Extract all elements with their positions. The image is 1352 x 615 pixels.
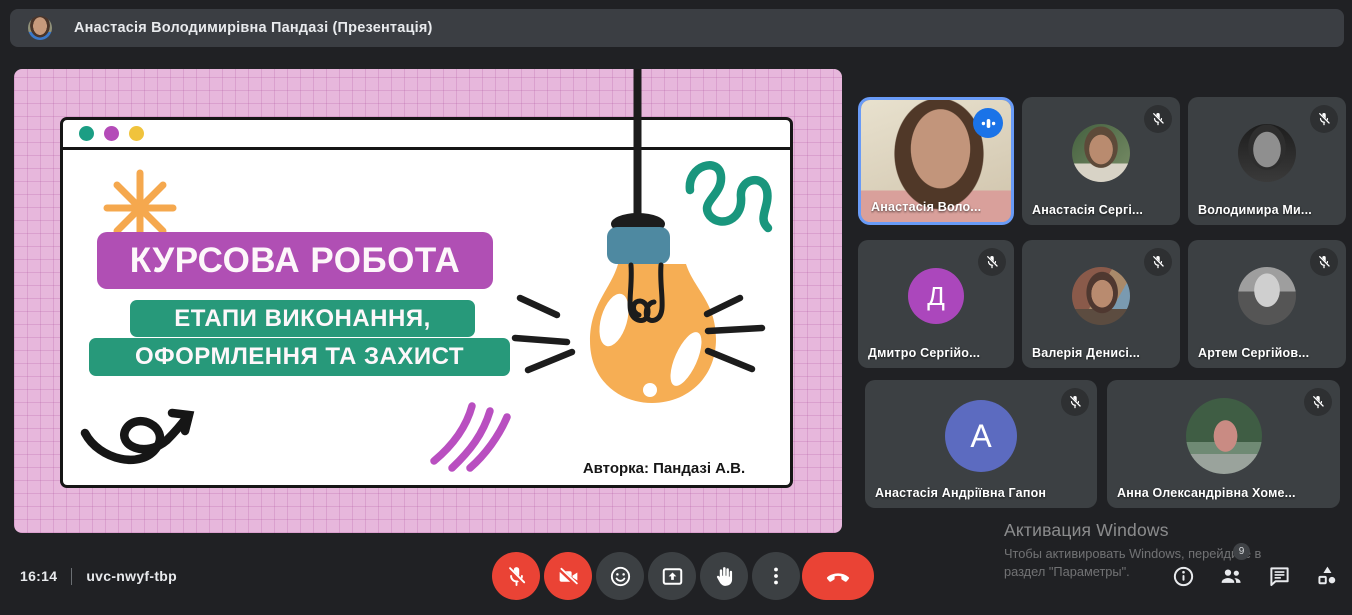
watermark-line1: Активация Windows (1004, 520, 1261, 541)
slide-subtitle-line1: ЕТАПИ ВИКОНАННЯ, (174, 305, 430, 333)
mic-muted-icon (1144, 105, 1172, 133)
participant-name: Анастасія Андріївна Гапон (875, 486, 1067, 500)
participant-name: Анастасія Воло... (871, 200, 981, 214)
mic-muted-icon (1144, 248, 1172, 276)
participant-tile[interactable]: Д Дмитро Сергійо... (858, 240, 1014, 368)
slide-subtitle-line2: ОФОРМЛЕННЯ ТА ЗАХИСТ (135, 343, 464, 371)
mic-muted-icon (1310, 105, 1338, 133)
meet-control-bar: 16:14 uvc-nwyf-tbp (0, 545, 1352, 615)
show-participants-button[interactable] (1212, 557, 1250, 595)
more-options-button[interactable] (752, 552, 800, 600)
meeting-details-button[interactable] (1164, 557, 1202, 595)
mic-muted-icon (1310, 248, 1338, 276)
reactions-button[interactable] (596, 552, 644, 600)
activities-button[interactable] (1308, 557, 1346, 595)
info-icon (1171, 564, 1196, 589)
photo-avatar (1072, 124, 1130, 182)
participant-tile[interactable]: Анна Олександрівна Хоме... (1107, 380, 1340, 508)
shared-presentation: КУРСОВА РОБОТА ЕТАПИ ВИКОНАННЯ, ОФОРМЛЕН… (14, 69, 842, 533)
end-call-button[interactable] (802, 552, 874, 600)
presenter-name-label: Анастасія Володимирівна Пандазі (Презент… (74, 20, 433, 36)
participant-name: Володимира Ми... (1198, 203, 1316, 217)
reactions-smiley-icon (608, 564, 633, 589)
slide-author: Авторка: Пандазі А.В. (559, 460, 769, 477)
present-screen-icon (660, 564, 685, 589)
photo-avatar (1238, 267, 1296, 325)
presenter-avatar (28, 16, 52, 40)
initial-avatar: Д (908, 268, 964, 324)
present-screen-button[interactable] (648, 552, 696, 600)
mic-muted-icon (1304, 388, 1332, 416)
people-icon (1218, 563, 1244, 589)
raise-hand-button[interactable] (700, 552, 748, 600)
mic-off-icon (504, 564, 529, 589)
participant-name: Валерія Денисі... (1032, 346, 1150, 360)
participant-name: Артем Сергійов... (1198, 346, 1316, 360)
chat-button[interactable] (1260, 557, 1298, 595)
clock-time: 16:14 (20, 568, 57, 584)
slide-title: КУРСОВА РОБОТА (130, 241, 461, 281)
window-dot-yellow (129, 126, 144, 141)
mic-button[interactable] (492, 552, 540, 600)
participant-tile[interactable]: Анастасія Воло... (858, 97, 1014, 225)
meta-divider (71, 568, 72, 585)
mic-muted-icon (1061, 388, 1089, 416)
slide-browser-header (63, 120, 790, 150)
slide-title-banner: КУРСОВА РОБОТА (97, 232, 493, 289)
more-options-icon (764, 564, 788, 588)
slide-subtitle-banner-2: ОФОРМЛЕННЯ ТА ЗАХИСТ (89, 338, 510, 376)
photo-avatar (1186, 398, 1262, 474)
participant-name: Дмитро Сергійо... (868, 346, 984, 360)
activities-icon (1314, 563, 1340, 589)
slide-subtitle-banner-1: ЕТАПИ ВИКОНАННЯ, (130, 300, 475, 337)
participant-tile[interactable]: А Анастасія Андріївна Гапон (865, 380, 1097, 508)
participant-name: Анастасія Сергі... (1032, 203, 1150, 217)
participant-tile[interactable]: Анастасія Сергі... (1022, 97, 1180, 225)
camera-button[interactable] (544, 552, 592, 600)
participant-tile[interactable]: Артем Сергійов... (1188, 240, 1346, 368)
photo-avatar (1238, 124, 1296, 182)
speaking-indicator-icon (973, 108, 1003, 138)
camera-off-icon (556, 564, 581, 589)
participant-tile[interactable]: Валерія Денисі... (1022, 240, 1180, 368)
participant-name: Анна Олександрівна Хоме... (1117, 486, 1310, 500)
window-dot-purple (104, 126, 119, 141)
raise-hand-icon (711, 563, 737, 589)
initial-avatar: А (945, 400, 1017, 472)
meeting-meta: 16:14 uvc-nwyf-tbp (20, 545, 177, 607)
participant-count-badge: 9 (1233, 543, 1250, 560)
mic-muted-icon (978, 248, 1006, 276)
photo-avatar (1072, 267, 1130, 325)
participant-tile[interactable]: Володимира Ми... (1188, 97, 1346, 225)
window-dot-teal (79, 126, 94, 141)
meeting-code: uvc-nwyf-tbp (86, 568, 177, 584)
chat-icon (1267, 564, 1292, 589)
end-call-icon (824, 562, 852, 590)
presenter-banner: Анастасія Володимирівна Пандазі (Презент… (10, 9, 1344, 47)
